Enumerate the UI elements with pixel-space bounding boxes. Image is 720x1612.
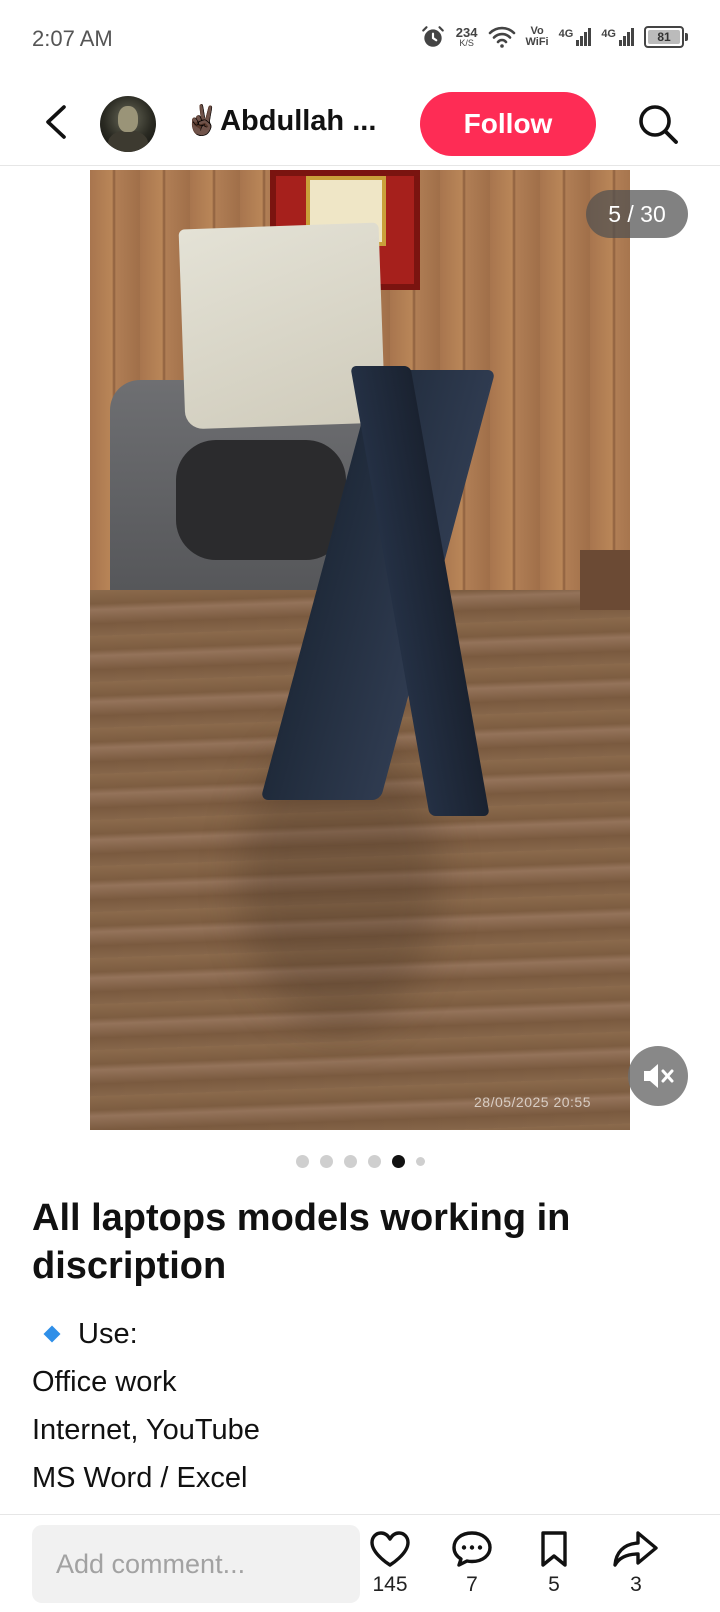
share-arrow-icon	[613, 1531, 658, 1567]
post-header: ✌🏿Abdullah ... Follow	[0, 80, 720, 166]
photo-desk-item	[580, 550, 630, 610]
vowifi-bottom: WiFi	[525, 36, 549, 48]
share-count: 3	[630, 1573, 642, 1596]
pagination-dot	[367, 1155, 381, 1168]
wifi-icon	[488, 26, 515, 48]
description-line: MS Word / Excel	[32, 1462, 248, 1494]
battery-level: 81	[648, 30, 680, 44]
avatar[interactable]	[100, 96, 156, 152]
description-line: Internet, YouTube	[32, 1414, 260, 1446]
follow-button[interactable]: Follow	[420, 92, 596, 156]
blue-diamond-icon	[43, 1325, 61, 1343]
pagination-dot	[343, 1155, 357, 1168]
heart-icon	[370, 1531, 410, 1567]
pagination-dot	[295, 1155, 309, 1168]
comment-count: 7	[466, 1573, 478, 1596]
photo-timestamp: 28/05/2025 20:55	[474, 1094, 591, 1110]
battery-icon: 81	[644, 26, 688, 48]
status-icons: 234 K/S Vo WiFi 4G 4G 81	[420, 24, 688, 50]
vowifi-indicator: Vo WiFi	[526, 26, 549, 48]
network-speed: 234 K/S	[456, 26, 478, 48]
pagination-dot	[415, 1157, 425, 1166]
search-icon	[639, 105, 678, 144]
speed-unit: K/S	[459, 38, 474, 48]
post-image[interactable]	[90, 170, 630, 1130]
status-bar: 2:07 AM 234 K/S Vo WiFi 4G 4G 81	[0, 0, 720, 80]
bookmark-icon	[541, 1531, 567, 1567]
sim2-label: 4G	[601, 28, 616, 40]
muted-speaker-icon	[644, 1064, 674, 1088]
back-button[interactable]	[36, 102, 76, 142]
comment-input[interactable]	[32, 1525, 360, 1603]
share-button[interactable]: 3	[596, 1529, 676, 1597]
sim1-label: 4G	[558, 28, 574, 40]
like-button[interactable]: 145	[350, 1529, 430, 1597]
comment-bubble-icon	[452, 1531, 492, 1567]
pagination-dots	[0, 1155, 720, 1168]
image-counter: 5 / 30	[586, 190, 688, 238]
photo-towel	[178, 222, 386, 430]
save-button[interactable]: 5	[514, 1529, 594, 1597]
alarm-icon	[421, 26, 444, 47]
back-arrow-icon	[46, 105, 66, 139]
pagination-dot	[319, 1155, 333, 1168]
mute-button[interactable]	[628, 1046, 688, 1106]
like-count: 145	[372, 1573, 408, 1596]
bottom-bar: 145 7 5 3	[0, 1514, 720, 1612]
signal-icon-sim1: 4G	[559, 28, 592, 46]
status-time: 2:07 AM	[32, 26, 113, 51]
save-count: 5	[548, 1573, 560, 1596]
description-line: Office work	[32, 1366, 177, 1398]
post-title: All laptops models working in discriptio…	[32, 1197, 571, 1287]
search-button[interactable]	[636, 102, 680, 146]
username[interactable]: ✌🏿Abdullah ...	[184, 104, 380, 138]
post-description: Use: Office work Internet, YouTube MS Wo…	[32, 1310, 682, 1502]
signal-icon-sim2: 4G	[601, 28, 634, 46]
use-label: Use:	[78, 1318, 138, 1350]
comment-button[interactable]: 7	[432, 1529, 512, 1597]
pagination-dot	[391, 1155, 405, 1168]
